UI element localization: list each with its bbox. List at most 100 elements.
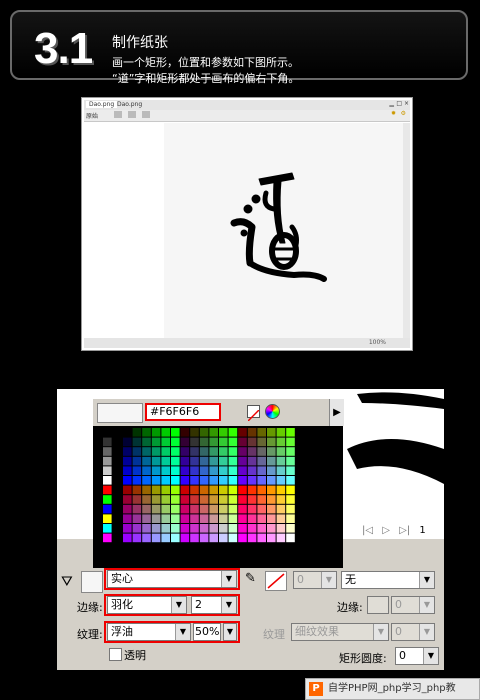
swatch-cell[interactable] [257, 495, 266, 504]
swatch-cell[interactable] [276, 514, 286, 523]
swatch-cell[interactable] [199, 495, 209, 504]
swatch-cell[interactable] [219, 447, 228, 456]
play-icon[interactable]: ▷ [382, 525, 390, 536]
swatch-cell[interactable] [171, 447, 180, 456]
swatch-cell[interactable] [219, 495, 228, 504]
restore-icon[interactable]: □ [396, 100, 402, 107]
swatch-cell[interactable] [171, 533, 180, 543]
swatch-cell[interactable] [151, 466, 161, 475]
swatch-cell[interactable] [276, 524, 286, 533]
stroke-color-well[interactable] [265, 571, 287, 591]
swatch-cell[interactable] [123, 456, 132, 466]
swatch-cell[interactable] [209, 533, 218, 543]
swatch-cell[interactable] [247, 504, 257, 514]
swatch-cell[interactable] [103, 543, 112, 552]
swatch-cell[interactable] [286, 495, 295, 504]
swatch-cell[interactable] [247, 428, 257, 437]
swatch-cell[interactable] [238, 533, 247, 543]
swatch-cell[interactable] [199, 447, 209, 456]
swatch-cell[interactable] [228, 504, 238, 514]
swatch-cell[interactable] [161, 504, 170, 514]
swatch-cell[interactable] [247, 437, 257, 447]
swatch-cell[interactable] [228, 514, 238, 523]
swatch-cell[interactable] [161, 476, 170, 485]
swatch-cell[interactable] [276, 466, 286, 475]
swatch-cell[interactable] [219, 524, 228, 533]
swatch-cell[interactable] [180, 476, 190, 485]
swatch-cell[interactable] [209, 476, 218, 485]
swatch-cell[interactable] [190, 485, 199, 495]
swatch-cell[interactable] [238, 524, 247, 533]
swatch-cell[interactable] [286, 533, 295, 543]
swatch-cell[interactable] [257, 485, 266, 495]
swatch-cell[interactable] [276, 533, 286, 543]
tab-document-2[interactable]: Dao.png [114, 101, 145, 108]
swatch-cell[interactable] [180, 428, 190, 437]
swatch-cell[interactable] [267, 476, 276, 485]
stroke-texture-select[interactable]: 细纹效果 ▼ [291, 623, 389, 641]
swatch-cell[interactable] [199, 437, 209, 447]
color-wheel-icon[interactable] [265, 404, 280, 419]
swatch-cell[interactable] [171, 437, 180, 447]
swatch-cell[interactable] [267, 524, 276, 533]
swatch-cell[interactable] [103, 437, 112, 447]
swatch-cell[interactable] [103, 495, 112, 504]
swatch-cell[interactable] [286, 447, 295, 456]
export-icon[interactable]: ⚙ [401, 110, 406, 117]
swatch-cell[interactable] [199, 466, 209, 475]
swatch-cell[interactable] [103, 456, 112, 466]
swatch-cell[interactable] [151, 504, 161, 514]
swatch-cell[interactable] [209, 495, 218, 504]
swatch-cell[interactable] [209, 456, 218, 466]
swatch-cell[interactable] [238, 504, 247, 514]
vertical-scrollbar[interactable] [403, 123, 410, 338]
swatch-cell[interactable] [180, 437, 190, 447]
close-icon[interactable]: × [404, 100, 409, 107]
swatch-cell[interactable] [276, 476, 286, 485]
four-up-button[interactable] [142, 111, 150, 118]
swatch-cell[interactable] [276, 495, 286, 504]
swatch-cell[interactable] [199, 504, 209, 514]
swatch-cell[interactable] [209, 504, 218, 514]
swatch-cell[interactable] [267, 437, 276, 447]
swatch-cell[interactable] [219, 514, 228, 523]
preview-button[interactable] [114, 111, 122, 118]
swatch-cell[interactable] [247, 485, 257, 495]
stroke-edge-input[interactable] [367, 596, 389, 614]
swatch-cell[interactable] [180, 533, 190, 543]
swatch-cell[interactable] [132, 447, 142, 456]
swatch-cell[interactable] [190, 447, 199, 456]
swatch-cell[interactable] [151, 533, 161, 543]
swatch-cell[interactable] [132, 476, 142, 485]
stroke-edge-amount[interactable]: 0 ▼ [391, 596, 435, 614]
swatch-cell[interactable] [276, 447, 286, 456]
swatch-cell[interactable] [190, 524, 199, 533]
swatch-cell[interactable] [238, 456, 247, 466]
swatch-cell[interactable] [190, 456, 199, 466]
swatch-cell[interactable] [209, 514, 218, 523]
swatch-cell[interactable] [228, 437, 238, 447]
swatch-cell[interactable] [142, 514, 151, 523]
swatch-cell[interactable] [247, 456, 257, 466]
popup-menu-arrow-icon[interactable]: ▶ [329, 399, 344, 426]
swatch-cell[interactable] [151, 514, 161, 523]
swatch-cell[interactable] [286, 437, 295, 447]
swatch-cell[interactable] [257, 514, 266, 523]
swatch-cell[interactable] [151, 428, 161, 437]
swatch-cell[interactable] [142, 437, 151, 447]
swatch-cell[interactable] [286, 456, 295, 466]
swatch-cell[interactable] [161, 495, 170, 504]
swatch-cell[interactable] [161, 514, 170, 523]
swatch-cell[interactable] [257, 447, 266, 456]
minimize-icon[interactable]: ▁ [389, 100, 394, 107]
texture-select[interactable]: 浮油 ▼ [107, 623, 191, 641]
original-view-button[interactable]: 原始 [86, 111, 98, 120]
swatch-cell[interactable] [123, 485, 132, 495]
swatch-cell[interactable] [123, 495, 132, 504]
swatch-cell[interactable] [142, 533, 151, 543]
swatch-cell[interactable] [142, 524, 151, 533]
swatch-cell[interactable] [276, 485, 286, 495]
swatch-cell[interactable] [257, 533, 266, 543]
swatch-cell[interactable] [142, 476, 151, 485]
swatch-cell[interactable] [219, 456, 228, 466]
